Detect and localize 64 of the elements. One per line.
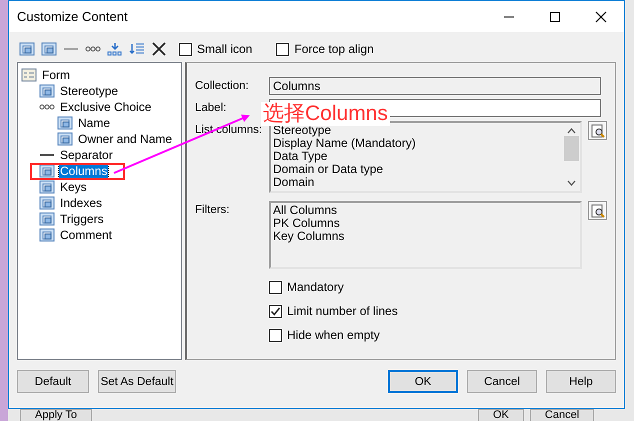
table-icon [57, 116, 73, 130]
background-button[interactable]: Cancel [530, 409, 594, 421]
table-icon[interactable] [19, 42, 35, 56]
checkbox[interactable] [276, 42, 290, 56]
table-icon [39, 180, 55, 194]
background-button[interactable]: Apply To [20, 409, 92, 421]
table-icon [39, 84, 55, 98]
close-icon[interactable] [595, 10, 607, 22]
checkbox[interactable] [269, 280, 282, 294]
list-item[interactable]: Key Columns [273, 230, 578, 243]
tree-item[interactable]: Keys [59, 180, 88, 194]
checkbox-label: Limit number of lines [287, 304, 398, 318]
list-item[interactable]: Domain [273, 176, 561, 189]
list-item[interactable]: All Columns [273, 204, 578, 217]
tree-item[interactable]: Stereotype [59, 84, 120, 98]
scroll-up-icon[interactable] [567, 128, 576, 134]
list-item[interactable]: Domain or Data type [273, 163, 561, 176]
list-item[interactable]: Display Name (Mandatory) [273, 137, 561, 150]
dialog-button[interactable]: OK [388, 370, 458, 393]
tree-item[interactable]: Form [41, 68, 71, 82]
background-button[interactable]: OK [478, 409, 524, 421]
checkbox-label: Hide when empty [287, 328, 380, 342]
browse-button[interactable] [588, 121, 607, 140]
list-item[interactable]: Data Type [273, 150, 561, 163]
insert-list-icon[interactable] [129, 42, 145, 56]
tree-item[interactable]: Triggers [59, 212, 105, 226]
dialog-button[interactable]: Cancel [467, 370, 537, 393]
table-icon [39, 164, 55, 178]
tree-item[interactable]: Comment [59, 228, 114, 242]
checkbox[interactable] [269, 328, 282, 342]
table-icon [39, 212, 55, 226]
checkbox[interactable] [269, 304, 282, 318]
list-box[interactable]: All Columns PK Columns Key Columns [269, 201, 582, 269]
dialog-button[interactable]: Set As Default [98, 370, 176, 393]
tree-item[interactable]: Exclusive Choice [59, 100, 152, 114]
list-item[interactable]: Stereotype [273, 124, 561, 137]
table-icon[interactable] [41, 42, 57, 56]
list-item[interactable]: PK Columns [273, 217, 578, 230]
checkbox-label: Small icon [197, 42, 252, 56]
delete-icon[interactable] [151, 42, 167, 56]
annotation-text: 选择Columns [261, 102, 390, 126]
scroll-down-icon[interactable] [567, 180, 576, 186]
dialog-button[interactable]: Default [17, 370, 89, 393]
tree-item[interactable]: Columns [59, 164, 108, 178]
tree-item[interactable]: Owner and Name [77, 132, 174, 146]
checkbox-label: Force top align [294, 42, 374, 56]
field-label: Filters: [195, 203, 230, 216]
field-label: Label: [195, 101, 228, 114]
collection-field[interactable]: Columns [269, 77, 601, 95]
field-label: Collection: [195, 79, 250, 92]
checkbox[interactable] [179, 42, 192, 56]
table-icon [39, 228, 55, 242]
dialog-button[interactable]: Help [546, 370, 616, 393]
table-icon [57, 132, 73, 146]
checkbox-label: Mandatory [287, 280, 344, 294]
tree-item[interactable]: Name [77, 116, 112, 130]
form-icon [21, 68, 37, 82]
move-down-icon[interactable] [107, 42, 123, 56]
tree-item[interactable]: Indexes [59, 196, 104, 210]
window-title: Customize Content [17, 9, 129, 24]
browse-button[interactable] [588, 201, 607, 220]
table-icon [39, 196, 55, 210]
maximize-icon[interactable] [549, 10, 561, 22]
tree-item[interactable]: Separator [59, 148, 114, 162]
